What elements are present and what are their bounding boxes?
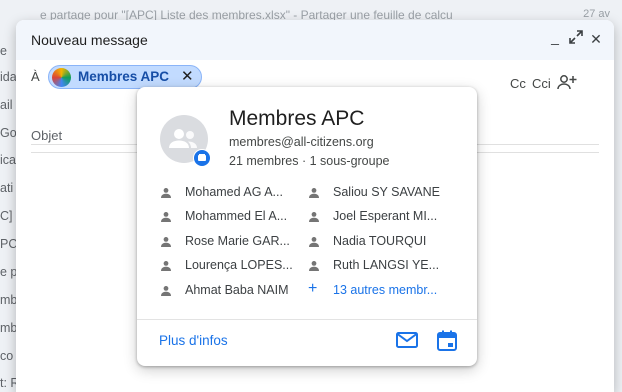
background-fragment: mb: [0, 293, 18, 307]
schedule-event-button[interactable]: [435, 330, 459, 352]
member-name: Ahmat Baba NAIM: [185, 283, 289, 297]
close-button[interactable]: ✕: [587, 30, 605, 48]
more-info-link[interactable]: Plus d'infos: [159, 333, 228, 348]
member-item[interactable]: Nadia TOURQUI: [308, 233, 468, 251]
member-item[interactable]: Ruth LANGSI YE...: [308, 257, 468, 275]
background-fragment: C]: [0, 209, 13, 223]
cc-button[interactable]: Cc: [510, 76, 526, 91]
member-name: Rose Marie GAR...: [185, 234, 290, 248]
background-email-date: 27 av: [583, 8, 610, 20]
minimize-button[interactable]: _: [546, 28, 564, 46]
person-icon: [161, 188, 171, 198]
member-item[interactable]: Lourença LOPES...: [160, 257, 305, 275]
background-fragment: e: [0, 44, 7, 58]
member-name: Ruth LANGSI YE...: [333, 258, 440, 272]
background-fragment: e p: [0, 265, 18, 279]
expand-button[interactable]: [567, 30, 585, 48]
member-name: Lourença LOPES...: [185, 258, 293, 272]
mail-icon: [396, 332, 418, 348]
more-members-label: 13 autres membr...: [333, 283, 438, 297]
background-fragment: ida: [0, 70, 17, 84]
member-name: Mohammed El A...: [185, 209, 288, 223]
more-members-link[interactable]: + 13 autres membr...: [308, 280, 468, 300]
member-item[interactable]: Joel Esperant MI...: [308, 208, 468, 226]
person-icon: [309, 237, 319, 247]
plus-icon: +: [308, 280, 318, 297]
group-member-count: 21 membres · 1 sous-groupe: [229, 154, 390, 168]
remove-recipient-button[interactable]: ✕: [181, 67, 194, 85]
card-divider: [137, 319, 477, 320]
recipient-chip-label: Membres APC: [78, 69, 170, 84]
send-email-button[interactable]: [395, 330, 419, 350]
compose-header[interactable]: Nouveau message _ ✕: [16, 20, 614, 60]
member-name: Joel Esperant MI...: [333, 209, 438, 223]
member-item[interactable]: Ahmat Baba NAIM: [160, 282, 305, 300]
background-fragment: PC: [0, 237, 18, 251]
member-item[interactable]: Mohamed AG A...: [160, 184, 305, 202]
background-fragment: mb: [0, 321, 18, 335]
member-item[interactable]: Saliou SY SAVANE: [308, 184, 468, 202]
person-icon: [161, 261, 171, 271]
member-item[interactable]: Rose Marie GAR...: [160, 233, 305, 251]
group-name: Membres APC: [229, 107, 365, 130]
calendar-icon: [437, 330, 457, 351]
background-fragment: ati: [0, 181, 14, 195]
group-email: membres@all-citizens.org: [229, 135, 374, 149]
add-people-button[interactable]: [556, 73, 578, 93]
person-icon: [161, 237, 171, 247]
group-chip-avatar-icon: [52, 68, 71, 87]
to-label: À: [31, 69, 40, 84]
recipient-chip[interactable]: Membres APC ✕: [48, 65, 202, 89]
expand-icon: [569, 30, 583, 44]
member-name: Saliou SY SAVANE: [333, 185, 441, 199]
subject-input[interactable]: Objet: [31, 128, 62, 143]
person-icon: [161, 286, 171, 296]
person-icon: [309, 212, 319, 222]
member-name: Mohamed AG A...: [185, 185, 283, 199]
background-fragment: ail: [0, 98, 13, 112]
person-icon: [161, 212, 171, 222]
google-group-badge-icon: [194, 150, 210, 166]
google-group-badge: [193, 149, 211, 167]
background-fragment: ica: [0, 153, 16, 167]
member-name: Nadia TOURQUI: [333, 234, 427, 248]
cci-button[interactable]: Cci: [532, 76, 551, 91]
group-hovercard: Membres APC membres@all-citizens.org 21 …: [137, 87, 477, 366]
background-fragment: Go: [0, 126, 17, 140]
compose-title: Nouveau message: [31, 32, 148, 48]
add-people-icon: [557, 75, 577, 90]
person-icon: [309, 261, 319, 271]
member-item[interactable]: Mohammed El A...: [160, 208, 305, 226]
person-icon: [309, 188, 319, 198]
background-fragment: co: [0, 349, 14, 363]
